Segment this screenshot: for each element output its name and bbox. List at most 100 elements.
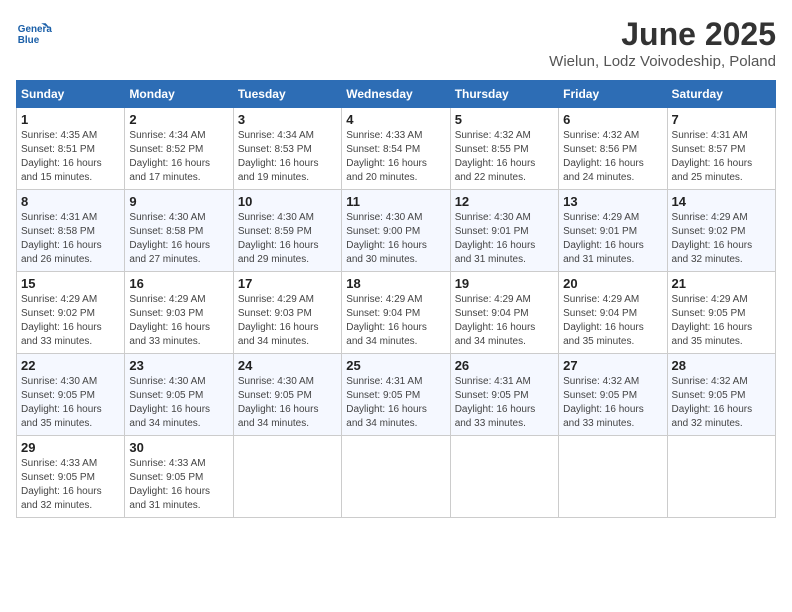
day-detail: Sunrise: 4:34 AMSunset: 8:53 PMDaylight:… xyxy=(238,130,319,183)
day-detail: Sunrise: 4:30 AMSunset: 9:05 PMDaylight:… xyxy=(238,376,319,429)
calendar-cell: 10 Sunrise: 4:30 AMSunset: 8:59 PMDaylig… xyxy=(233,190,341,272)
calendar-cell: 2 Sunrise: 4:34 AMSunset: 8:52 PMDayligh… xyxy=(125,108,233,190)
day-number: 23 xyxy=(129,358,228,373)
weekday-header-sunday: Sunday xyxy=(17,81,125,108)
calendar-cell: 14 Sunrise: 4:29 AMSunset: 9:02 PMDaylig… xyxy=(667,190,775,272)
day-number: 14 xyxy=(672,194,771,209)
weekday-header-wednesday: Wednesday xyxy=(342,81,450,108)
calendar-cell xyxy=(450,436,558,518)
calendar-week-row: 1 Sunrise: 4:35 AMSunset: 8:51 PMDayligh… xyxy=(17,108,776,190)
day-detail: Sunrise: 4:29 AMSunset: 9:03 PMDaylight:… xyxy=(129,294,210,347)
day-number: 28 xyxy=(672,358,771,373)
day-detail: Sunrise: 4:32 AMSunset: 9:05 PMDaylight:… xyxy=(672,376,753,429)
calendar-cell: 27 Sunrise: 4:32 AMSunset: 9:05 PMDaylig… xyxy=(559,354,667,436)
day-detail: Sunrise: 4:31 AMSunset: 9:05 PMDaylight:… xyxy=(346,376,427,429)
day-number: 3 xyxy=(238,112,337,127)
calendar-cell: 8 Sunrise: 4:31 AMSunset: 8:58 PMDayligh… xyxy=(17,190,125,272)
calendar-cell: 5 Sunrise: 4:32 AMSunset: 8:55 PMDayligh… xyxy=(450,108,558,190)
day-number: 24 xyxy=(238,358,337,373)
day-number: 25 xyxy=(346,358,445,373)
day-detail: Sunrise: 4:33 AMSunset: 8:54 PMDaylight:… xyxy=(346,130,427,183)
calendar-cell: 18 Sunrise: 4:29 AMSunset: 9:04 PMDaylig… xyxy=(342,272,450,354)
calendar-subtitle: Wielun, Lodz Voivodeship, Poland xyxy=(549,53,776,70)
calendar-cell: 7 Sunrise: 4:31 AMSunset: 8:57 PMDayligh… xyxy=(667,108,775,190)
day-detail: Sunrise: 4:30 AMSunset: 8:58 PMDaylight:… xyxy=(129,212,210,265)
day-number: 1 xyxy=(21,112,120,127)
day-detail: Sunrise: 4:30 AMSunset: 9:01 PMDaylight:… xyxy=(455,212,536,265)
logo: General Blue xyxy=(16,16,52,52)
calendar-cell: 21 Sunrise: 4:29 AMSunset: 9:05 PMDaylig… xyxy=(667,272,775,354)
day-detail: Sunrise: 4:33 AMSunset: 9:05 PMDaylight:… xyxy=(129,458,210,511)
day-detail: Sunrise: 4:34 AMSunset: 8:52 PMDaylight:… xyxy=(129,130,210,183)
weekday-header-saturday: Saturday xyxy=(667,81,775,108)
calendar-cell xyxy=(667,436,775,518)
weekday-header-tuesday: Tuesday xyxy=(233,81,341,108)
calendar-cell: 15 Sunrise: 4:29 AMSunset: 9:02 PMDaylig… xyxy=(17,272,125,354)
day-number: 10 xyxy=(238,194,337,209)
day-detail: Sunrise: 4:29 AMSunset: 9:04 PMDaylight:… xyxy=(346,294,427,347)
day-detail: Sunrise: 4:29 AMSunset: 9:01 PMDaylight:… xyxy=(563,212,644,265)
calendar-cell: 28 Sunrise: 4:32 AMSunset: 9:05 PMDaylig… xyxy=(667,354,775,436)
day-number: 5 xyxy=(455,112,554,127)
day-detail: Sunrise: 4:29 AMSunset: 9:04 PMDaylight:… xyxy=(563,294,644,347)
calendar-week-row: 29 Sunrise: 4:33 AMSunset: 9:05 PMDaylig… xyxy=(17,436,776,518)
weekday-header-friday: Friday xyxy=(559,81,667,108)
calendar-cell: 4 Sunrise: 4:33 AMSunset: 8:54 PMDayligh… xyxy=(342,108,450,190)
day-number: 20 xyxy=(563,276,662,291)
day-number: 15 xyxy=(21,276,120,291)
calendar-cell: 13 Sunrise: 4:29 AMSunset: 9:01 PMDaylig… xyxy=(559,190,667,272)
day-number: 30 xyxy=(129,440,228,455)
calendar-cell: 3 Sunrise: 4:34 AMSunset: 8:53 PMDayligh… xyxy=(233,108,341,190)
calendar-title: June 2025 xyxy=(549,16,776,53)
weekday-header-monday: Monday xyxy=(125,81,233,108)
calendar-cell: 17 Sunrise: 4:29 AMSunset: 9:03 PMDaylig… xyxy=(233,272,341,354)
page-header: General Blue June 2025 Wielun, Lodz Voiv… xyxy=(16,16,776,70)
day-number: 7 xyxy=(672,112,771,127)
day-detail: Sunrise: 4:29 AMSunset: 9:02 PMDaylight:… xyxy=(672,212,753,265)
day-number: 17 xyxy=(238,276,337,291)
day-number: 12 xyxy=(455,194,554,209)
day-number: 29 xyxy=(21,440,120,455)
calendar-cell: 6 Sunrise: 4:32 AMSunset: 8:56 PMDayligh… xyxy=(559,108,667,190)
day-detail: Sunrise: 4:31 AMSunset: 9:05 PMDaylight:… xyxy=(455,376,536,429)
calendar-cell: 19 Sunrise: 4:29 AMSunset: 9:04 PMDaylig… xyxy=(450,272,558,354)
day-number: 4 xyxy=(346,112,445,127)
calendar-cell: 20 Sunrise: 4:29 AMSunset: 9:04 PMDaylig… xyxy=(559,272,667,354)
day-number: 13 xyxy=(563,194,662,209)
calendar-cell xyxy=(233,436,341,518)
day-detail: Sunrise: 4:31 AMSunset: 8:57 PMDaylight:… xyxy=(672,130,753,183)
calendar-cell: 16 Sunrise: 4:29 AMSunset: 9:03 PMDaylig… xyxy=(125,272,233,354)
day-detail: Sunrise: 4:33 AMSunset: 9:05 PMDaylight:… xyxy=(21,458,102,511)
calendar-cell: 30 Sunrise: 4:33 AMSunset: 9:05 PMDaylig… xyxy=(125,436,233,518)
day-detail: Sunrise: 4:31 AMSunset: 8:58 PMDaylight:… xyxy=(21,212,102,265)
calendar-cell: 25 Sunrise: 4:31 AMSunset: 9:05 PMDaylig… xyxy=(342,354,450,436)
day-detail: Sunrise: 4:29 AMSunset: 9:04 PMDaylight:… xyxy=(455,294,536,347)
day-detail: Sunrise: 4:29 AMSunset: 9:03 PMDaylight:… xyxy=(238,294,319,347)
day-number: 18 xyxy=(346,276,445,291)
calendar-cell: 12 Sunrise: 4:30 AMSunset: 9:01 PMDaylig… xyxy=(450,190,558,272)
day-number: 27 xyxy=(563,358,662,373)
day-detail: Sunrise: 4:30 AMSunset: 9:05 PMDaylight:… xyxy=(21,376,102,429)
day-number: 2 xyxy=(129,112,228,127)
logo-icon: General Blue xyxy=(16,16,52,52)
calendar-cell: 22 Sunrise: 4:30 AMSunset: 9:05 PMDaylig… xyxy=(17,354,125,436)
day-number: 26 xyxy=(455,358,554,373)
day-detail: Sunrise: 4:30 AMSunset: 9:00 PMDaylight:… xyxy=(346,212,427,265)
weekday-header-row: SundayMondayTuesdayWednesdayThursdayFrid… xyxy=(17,81,776,108)
day-number: 6 xyxy=(563,112,662,127)
calendar-cell: 9 Sunrise: 4:30 AMSunset: 8:58 PMDayligh… xyxy=(125,190,233,272)
calendar-cell: 11 Sunrise: 4:30 AMSunset: 9:00 PMDaylig… xyxy=(342,190,450,272)
day-detail: Sunrise: 4:32 AMSunset: 8:56 PMDaylight:… xyxy=(563,130,644,183)
day-number: 19 xyxy=(455,276,554,291)
svg-text:Blue: Blue xyxy=(18,35,40,46)
day-number: 11 xyxy=(346,194,445,209)
calendar-cell: 29 Sunrise: 4:33 AMSunset: 9:05 PMDaylig… xyxy=(17,436,125,518)
day-detail: Sunrise: 4:29 AMSunset: 9:02 PMDaylight:… xyxy=(21,294,102,347)
day-detail: Sunrise: 4:30 AMSunset: 8:59 PMDaylight:… xyxy=(238,212,319,265)
calendar-cell: 1 Sunrise: 4:35 AMSunset: 8:51 PMDayligh… xyxy=(17,108,125,190)
day-detail: Sunrise: 4:32 AMSunset: 8:55 PMDaylight:… xyxy=(455,130,536,183)
calendar-cell xyxy=(342,436,450,518)
calendar-week-row: 15 Sunrise: 4:29 AMSunset: 9:02 PMDaylig… xyxy=(17,272,776,354)
day-number: 16 xyxy=(129,276,228,291)
calendar-week-row: 22 Sunrise: 4:30 AMSunset: 9:05 PMDaylig… xyxy=(17,354,776,436)
